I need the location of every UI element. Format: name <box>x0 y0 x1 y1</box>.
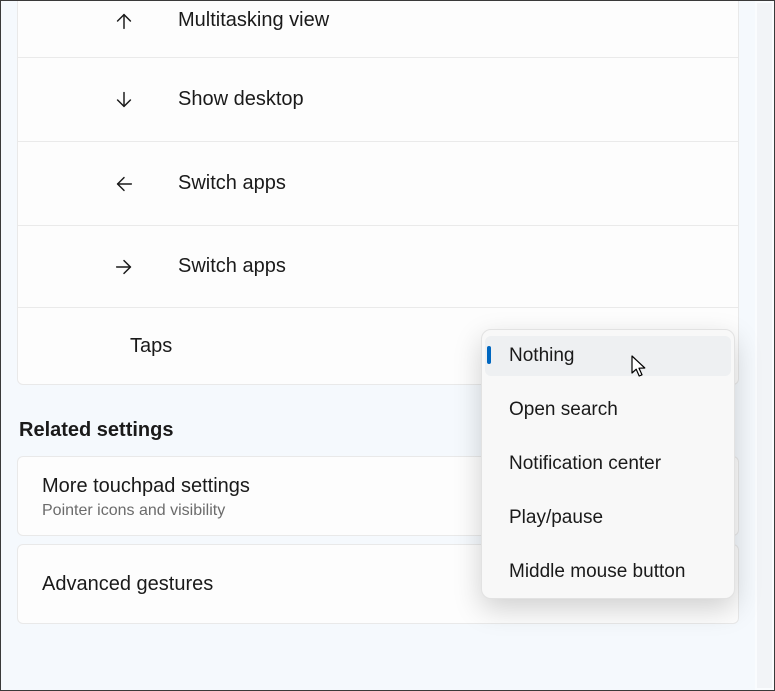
scrollbar[interactable] <box>757 3 772 688</box>
taps-label: Taps <box>130 335 172 358</box>
gesture-label: Multitasking view <box>178 9 329 32</box>
more-touchpad-title: More touchpad settings <box>42 473 250 500</box>
gesture-label: Switch apps <box>178 172 286 195</box>
dropdown-option-nothing[interactable]: Nothing <box>485 336 731 376</box>
dropdown-option-notification-center[interactable]: Notification center <box>485 444 731 484</box>
gesture-row-swipe-down[interactable]: Show desktop <box>18 58 738 142</box>
advanced-gestures-title: Advanced gestures <box>42 571 213 598</box>
dropdown-option-middle-mouse[interactable]: Middle mouse button <box>485 552 731 592</box>
gesture-row-swipe-right[interactable]: Switch apps <box>18 226 738 308</box>
gesture-settings-card: Multitasking view Show desktop Switch ap… <box>17 1 739 385</box>
taps-dropdown: Nothing Open search Notification center … <box>481 329 735 599</box>
gesture-label: Switch apps <box>178 255 286 278</box>
arrow-right-icon <box>113 256 135 278</box>
arrow-up-icon <box>113 10 135 32</box>
dropdown-option-play-pause[interactable]: Play/pause <box>485 498 731 538</box>
gesture-label: Show desktop <box>178 88 304 111</box>
dropdown-option-open-search[interactable]: Open search <box>485 390 731 430</box>
arrow-left-icon <box>113 173 135 195</box>
more-touchpad-subtitle: Pointer icons and visibility <box>42 502 250 520</box>
arrow-down-icon <box>113 89 135 111</box>
gesture-row-swipe-up[interactable]: Multitasking view <box>18 1 738 58</box>
gesture-row-swipe-left[interactable]: Switch apps <box>18 142 738 226</box>
